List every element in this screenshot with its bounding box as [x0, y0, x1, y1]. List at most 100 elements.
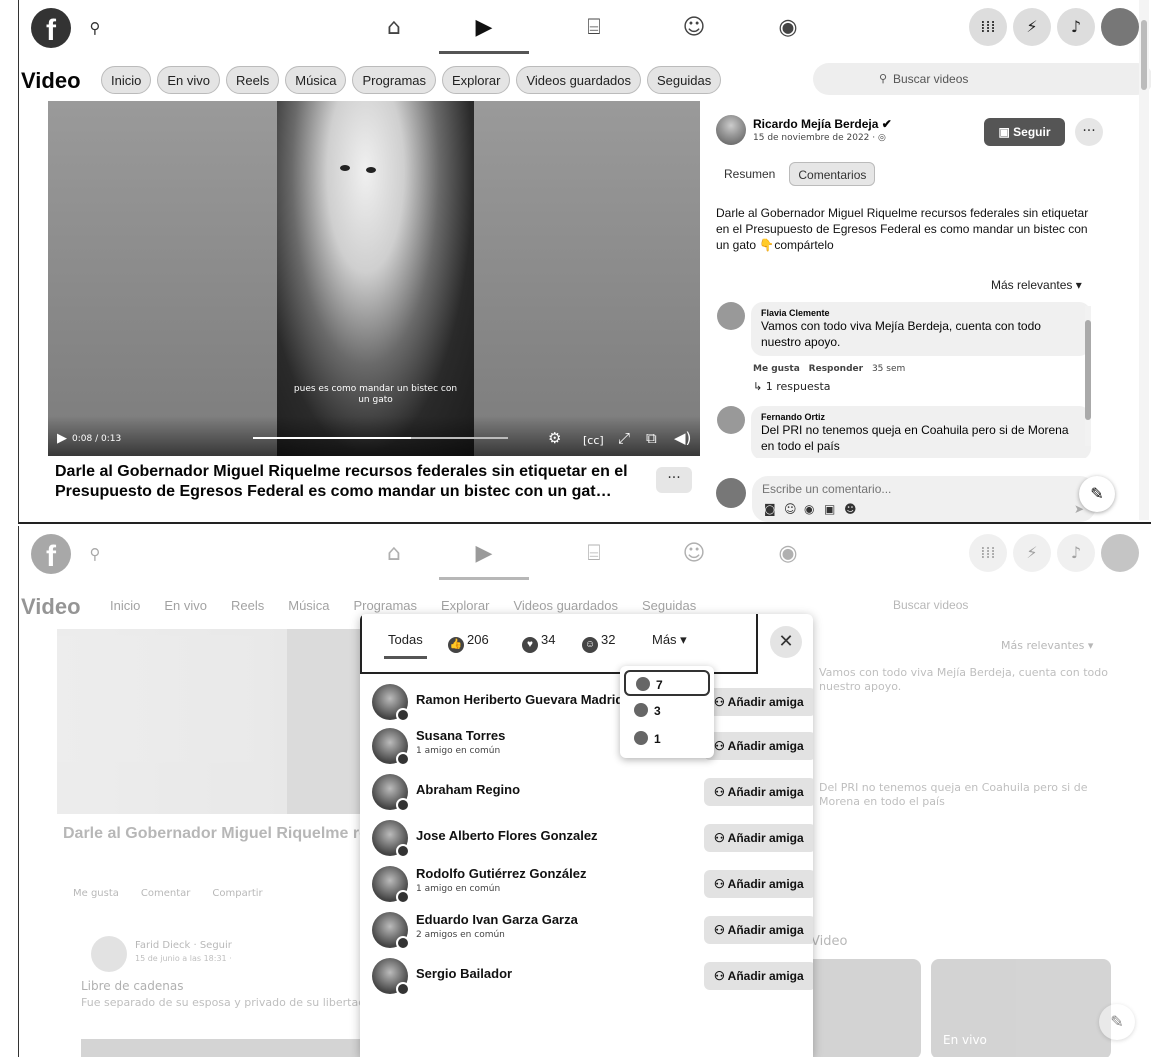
care-icon: ☺: [582, 637, 598, 653]
notifications-icon[interactable]: ♪: [1057, 8, 1095, 46]
messenger-icon[interactable]: ⚡: [1013, 8, 1051, 46]
captions-icon[interactable]: [cc]: [583, 434, 604, 447]
comment-button: Comentar: [140, 888, 191, 899]
marketplace-icon: ⌸: [587, 541, 601, 566]
play-icon[interactable]: ▶: [57, 431, 67, 446]
home-icon: ⌂: [387, 541, 401, 566]
comment-author[interactable]: Flavia Clemente: [761, 308, 1081, 318]
video-icon: ▶: [439, 534, 529, 580]
tab-en-vivo[interactable]: En vivo: [157, 66, 220, 94]
tab-comentarios[interactable]: Comentarios: [789, 162, 876, 186]
add-friend-button[interactable]: ⚇ Añadir amiga: [704, 688, 813, 716]
commenter-avatar[interactable]: [717, 302, 745, 330]
picture-in-picture-icon[interactable]: ⧉: [646, 429, 657, 447]
facebook-logo[interactable]: f: [31, 8, 71, 48]
reactions-dialog: Todas 👍 206 ♥ 34 ☺ 32 Más ▾ ✕ Ramon Heriber…: [360, 614, 813, 1057]
reactor-avatar[interactable]: [372, 820, 410, 858]
reactor-avatar[interactable]: [372, 774, 410, 812]
add-friend-button[interactable]: ⚇ Añadir amiga: [704, 778, 813, 806]
avatar-sticker-icon[interactable]: ☻: [844, 502, 857, 516]
tab-care-reactions[interactable]: ☺ 32: [582, 632, 615, 653]
reactor-name[interactable]: Eduardo Ivan Garza Garza: [416, 912, 578, 927]
reactor-avatar[interactable]: [372, 728, 410, 766]
menu-item-wow[interactable]: 3: [624, 698, 710, 724]
menu-grid-icon[interactable]: ⁞⁞⁞: [969, 8, 1007, 46]
video-search-placeholder: Buscar videos: [893, 598, 969, 612]
video-player[interactable]: pues es como mandar un bistec con un gat…: [48, 101, 700, 456]
video-progress-bar[interactable]: [253, 437, 508, 439]
tab-reels[interactable]: Reels: [226, 66, 280, 94]
video-icon[interactable]: ▶: [439, 8, 529, 54]
new-message-icon[interactable]: ✎: [1099, 1004, 1135, 1040]
comments-list[interactable]: Flavia Clemente Vamos con todo viva Mejí…: [709, 296, 1099, 458]
reactor-avatar[interactable]: [372, 958, 410, 996]
add-friend-icon: ⚇: [714, 695, 728, 709]
settings-icon[interactable]: ⚙: [548, 429, 561, 447]
add-friend-button[interactable]: ⚇ Añadir amiga: [704, 824, 813, 852]
tab-resumen[interactable]: Resumen: [716, 162, 783, 186]
reply-link[interactable]: Responder: [809, 364, 863, 374]
reactor-name[interactable]: Jose Alberto Flores Gonzalez: [416, 828, 598, 843]
like-link[interactable]: Me gusta: [753, 364, 800, 374]
profile-avatar[interactable]: [1101, 8, 1139, 46]
comment-author[interactable]: Fernando Ortiz: [761, 412, 1081, 422]
mutual-friends: 1 amigo en común: [416, 884, 501, 894]
tab-seguidas[interactable]: Seguidas: [647, 66, 722, 94]
reactor-name[interactable]: Sergio Bailador: [416, 966, 512, 981]
tab-explorar[interactable]: Explorar: [442, 66, 511, 94]
reactor-name[interactable]: Susana Torres: [416, 728, 505, 743]
search-icon[interactable]: ⚲: [77, 10, 113, 46]
comment-input[interactable]: [762, 482, 1062, 496]
reactor-avatar[interactable]: [372, 866, 410, 904]
menu-item-sad[interactable]: 1: [624, 726, 710, 752]
reactor-name[interactable]: Rodolfo Gutiérrez González: [416, 866, 586, 881]
wow-icon: [634, 703, 648, 717]
page-scrollbar[interactable]: [1139, 0, 1149, 520]
tab-more-reactions[interactable]: Más ▾: [652, 632, 687, 648]
commenter-avatar[interactable]: [717, 406, 745, 434]
next-post-title: Libre de cadenas: [81, 979, 184, 993]
new-message-icon[interactable]: ✎: [1079, 476, 1115, 512]
home-icon[interactable]: ⌂: [349, 8, 439, 48]
tab-musica[interactable]: Música: [285, 66, 347, 94]
tab-all-reactions[interactable]: Todas: [384, 632, 427, 659]
tab-en-vivo: En vivo: [164, 598, 207, 613]
volume-icon[interactable]: ◀): [674, 429, 691, 447]
close-icon[interactable]: ✕: [770, 626, 802, 658]
video-page-title: Video: [21, 68, 81, 93]
marketplace-icon[interactable]: ⌸: [549, 8, 639, 48]
add-friend-button[interactable]: ⚇ Añadir amiga: [704, 732, 813, 760]
add-friend-button[interactable]: ⚇ Añadir amiga: [704, 962, 813, 990]
tab-love-reactions[interactable]: ♥ 34: [522, 632, 555, 653]
groups-icon[interactable]: ☺: [649, 8, 739, 48]
reactor-name[interactable]: Ramon Heriberto Guevara Madrid: [416, 692, 623, 707]
page-scroll-thumb[interactable]: [1141, 20, 1147, 90]
fullscreen-icon[interactable]: ⤢: [618, 429, 630, 447]
tab-like-reactions[interactable]: 👍 206: [448, 632, 489, 653]
video-search-input[interactable]: ⚲ Buscar videos: [813, 63, 1151, 95]
reactor-avatar[interactable]: [372, 912, 410, 950]
follow-button[interactable]: ▣ Seguir: [984, 118, 1065, 146]
emoji-icon[interactable]: ☺: [784, 502, 797, 516]
sticker-icon[interactable]: ◙: [764, 502, 776, 516]
tab-videos-guardados[interactable]: Videos guardados: [516, 66, 642, 94]
view-replies-link[interactable]: ↳ 1 respuesta: [753, 380, 831, 393]
author-avatar[interactable]: [716, 115, 746, 145]
camera-icon[interactable]: ◉: [804, 502, 814, 516]
gaming-icon[interactable]: ◉: [743, 8, 833, 48]
post-more-button[interactable]: ···: [656, 467, 692, 493]
composer-avatar: [716, 478, 746, 508]
comment-sort-dropdown[interactable]: Más relevantes ▾: [991, 278, 1082, 292]
add-friend-button[interactable]: ⚇ Añadir amiga: [704, 870, 813, 898]
author-more-button[interactable]: ···: [1075, 118, 1103, 146]
tab-programas[interactable]: Programas: [352, 66, 437, 94]
author-name[interactable]: Ricardo Mejía Berdeja ✔: [753, 117, 892, 131]
tab-inicio[interactable]: Inicio: [101, 66, 152, 94]
menu-item-haha[interactable]: 7: [624, 670, 710, 696]
notifications-icon: ♪: [1057, 534, 1095, 572]
add-friend-button[interactable]: ⚇ Añadir amiga: [704, 916, 813, 944]
gif-icon[interactable]: ▣: [824, 502, 835, 516]
reactor-name[interactable]: Abraham Regino: [416, 782, 520, 797]
reactor-avatar[interactable]: [372, 684, 410, 722]
comments-scroll-thumb[interactable]: [1085, 320, 1091, 420]
